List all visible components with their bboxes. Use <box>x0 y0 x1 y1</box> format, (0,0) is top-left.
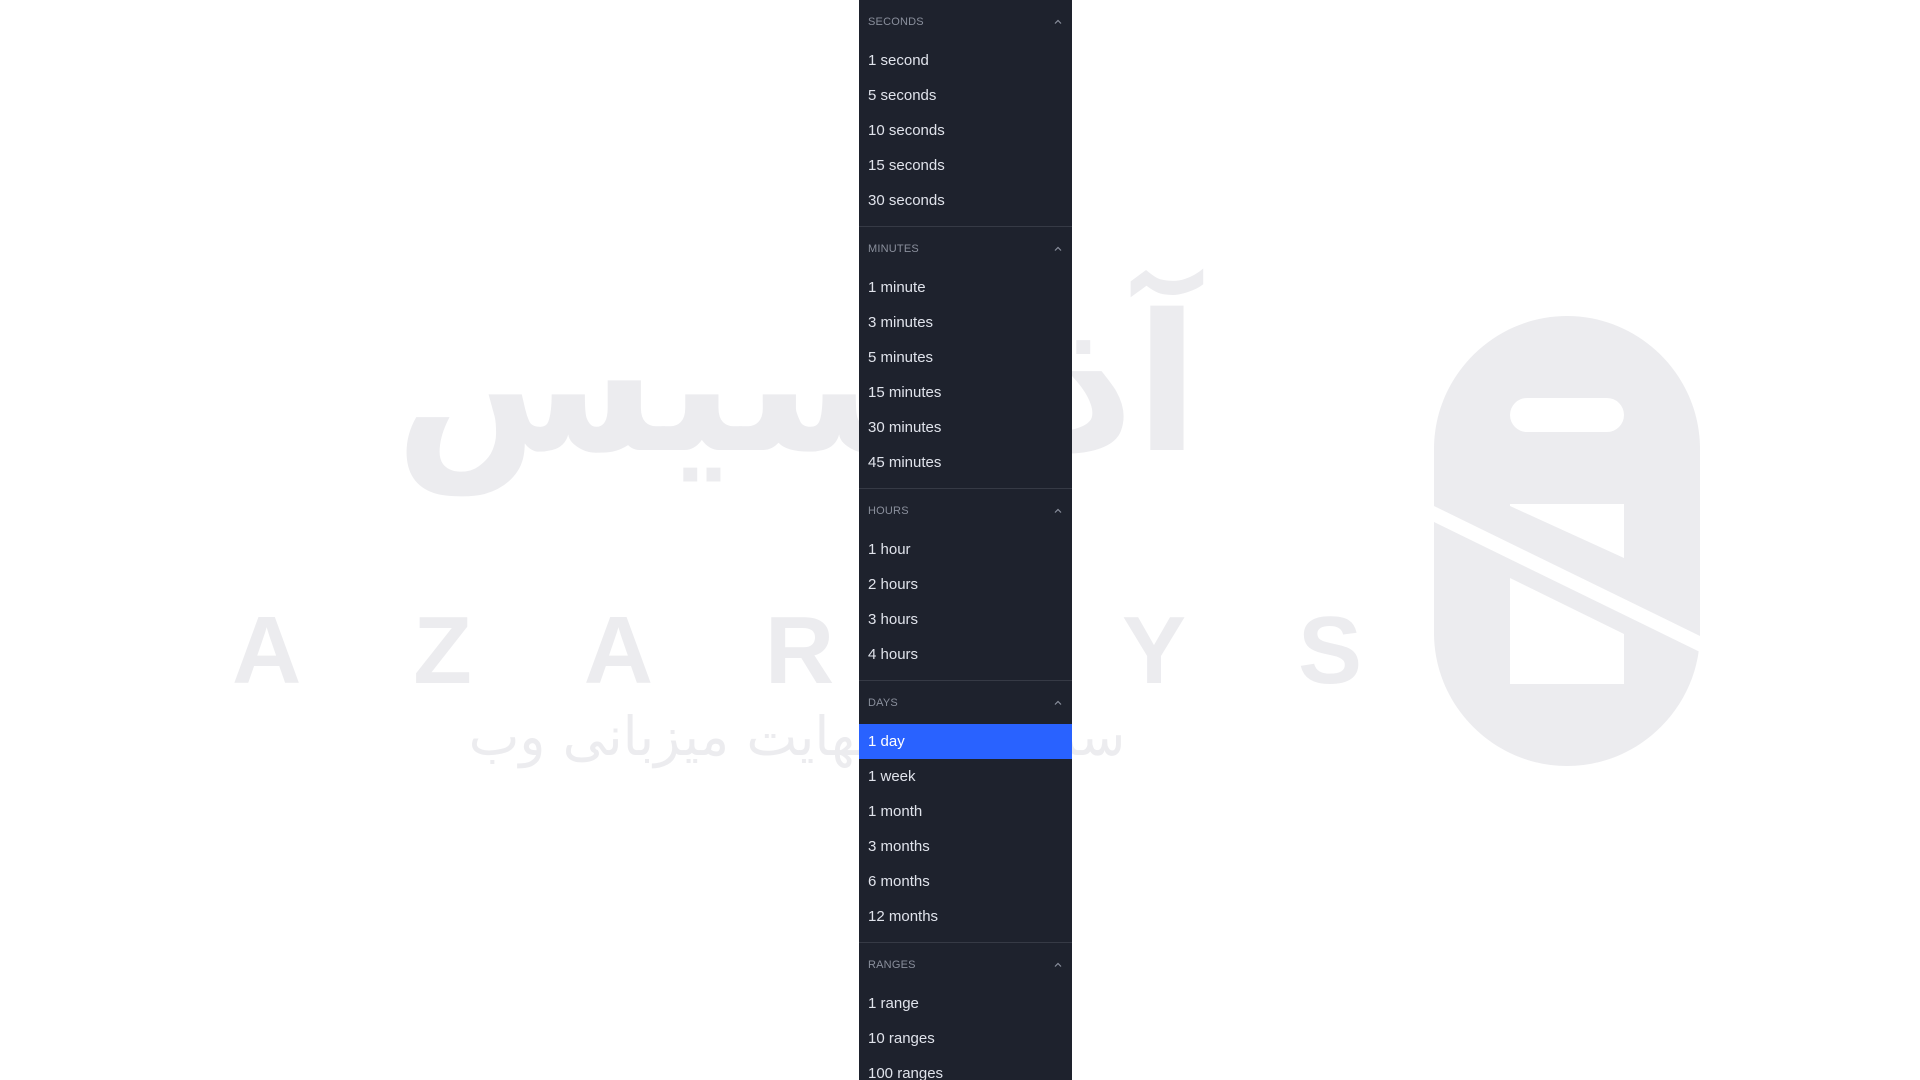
menu-item[interactable]: 15 seconds <box>859 148 1072 183</box>
section-header-ranges[interactable]: RANGES <box>859 943 1072 986</box>
screen: آذرسیس A Z A R S Y S سرعت بی نهایت میزبا… <box>0 0 1920 1080</box>
menu-section-minutes: MINUTES 1 minute 3 minutes 5 minutes 15 minu… <box>859 227 1072 489</box>
menu-item-label: 5 seconds <box>868 87 937 104</box>
menu-item[interactable]: 5 seconds <box>859 78 1072 113</box>
section-title: MINUTES <box>868 242 919 255</box>
menu-item[interactable]: 30 seconds <box>859 183 1072 218</box>
watermark-emblem-icon <box>1434 316 1700 766</box>
menu-item[interactable]: 1 hour <box>859 532 1072 567</box>
menu-item-label: 1 minute <box>868 279 926 296</box>
menu-section-hours: HOURS 1 hour 2 hours 3 hours 4 hours <box>859 489 1072 681</box>
menu-item-label: 1 month <box>868 803 923 820</box>
menu-item[interactable]: 1 day <box>859 724 1072 759</box>
menu-item-label: 5 minutes <box>868 349 934 366</box>
menu-item[interactable]: 4 hours <box>859 637 1072 672</box>
menu-item[interactable]: 15 minutes <box>859 375 1072 410</box>
chevron-up-icon[interactable] <box>1053 244 1063 254</box>
menu-item-label: 3 hours <box>868 611 919 628</box>
interval-dropdown-menu: SECONDS 1 second 5 seconds 10 seconds 15 sec… <box>859 0 1072 1080</box>
menu-item[interactable]: 10 ranges <box>859 1021 1072 1056</box>
watermark-letter: R <box>764 597 835 704</box>
menu-item[interactable]: 3 minutes <box>859 305 1072 340</box>
menu-item-label: 45 minutes <box>868 454 942 471</box>
chevron-up-icon[interactable] <box>1053 960 1063 970</box>
menu-item-label: 2 hours <box>868 576 919 593</box>
menu-item[interactable]: 12 months <box>859 899 1072 934</box>
menu-item[interactable]: 2 hours <box>859 567 1072 602</box>
chevron-up-icon[interactable] <box>1053 698 1063 708</box>
menu-item-label: 15 minutes <box>868 384 942 401</box>
menu-item[interactable]: 1 minute <box>859 270 1072 305</box>
menu-item-label: 100 ranges <box>868 1065 944 1080</box>
menu-item-label: 4 hours <box>868 646 919 663</box>
section-header-hours[interactable]: HOURS <box>859 489 1072 532</box>
menu-item-label: 1 second <box>868 52 929 69</box>
section-header-minutes[interactable]: MINUTES <box>859 227 1072 270</box>
watermark-brand-letters: A Z A R S Y S <box>232 596 1362 706</box>
menu-item-label: 6 months <box>868 873 930 890</box>
menu-item[interactable]: 5 minutes <box>859 340 1072 375</box>
menu-section-ranges: RANGES1 range10 ranges100 ranges1000 ran… <box>859 943 1072 1080</box>
watermark-letter: A <box>232 597 302 704</box>
chevron-up-icon[interactable] <box>1053 17 1063 27</box>
menu-item-label: 30 minutes <box>868 419 942 436</box>
section-title: SECONDS <box>868 15 924 28</box>
menu-item-label: 10 ranges <box>868 1030 935 1047</box>
menu-item[interactable]: 1 second <box>859 43 1072 78</box>
menu-item[interactable]: 6 months <box>859 864 1072 899</box>
menu-item-label: 1 week <box>868 768 916 785</box>
menu-item-label: 1 day <box>868 733 905 750</box>
watermark-logo-text: آذرسیس <box>394 274 1200 495</box>
menu-item-label: 30 seconds <box>868 192 945 209</box>
menu-item[interactable]: 10 seconds <box>859 113 1072 148</box>
watermark-tagline: سرعت بی نهایت میزبانی وب <box>468 705 1126 768</box>
menu-item[interactable]: 45 minutes <box>859 445 1072 480</box>
menu-item-label: 3 minutes <box>868 314 934 331</box>
section-header-seconds[interactable]: SECONDS <box>859 0 1072 43</box>
menu-item[interactable]: 1 month <box>859 794 1072 829</box>
watermark-letter: A <box>583 597 654 704</box>
section-title: DAYS <box>868 696 898 709</box>
menu-section-seconds: SECONDS 1 second 5 seconds 10 seconds 15 sec… <box>859 0 1072 227</box>
menu-item[interactable]: 1 range <box>859 986 1072 1021</box>
menu-item[interactable]: 3 hours <box>859 602 1072 637</box>
menu-item[interactable]: 30 minutes <box>859 410 1072 445</box>
menu-section-days: DAYS 1 day 1 week 1 month 3 months 6 months 12… <box>859 681 1072 943</box>
section-title: RANGES <box>868 958 916 971</box>
menu-item[interactable]: 3 months <box>859 829 1072 864</box>
menu-item-label: 15 seconds <box>868 157 945 174</box>
menu-item-label: 1 hour <box>868 541 911 558</box>
menu-item-label: 12 months <box>868 908 939 925</box>
section-title: HOURS <box>868 504 909 517</box>
menu-item-label: 3 months <box>868 838 930 855</box>
watermark-letter: Y <box>1122 597 1187 704</box>
menu-item-label: 1 range <box>868 995 919 1012</box>
chevron-up-icon[interactable] <box>1053 506 1063 516</box>
watermark-letter: S <box>1297 597 1362 704</box>
menu-item[interactable]: 1 week <box>859 759 1072 794</box>
menu-item-label: 10 seconds <box>868 122 945 139</box>
menu-item[interactable]: 100 ranges <box>859 1056 1072 1080</box>
section-header-days[interactable]: DAYS <box>859 681 1072 724</box>
watermark-letter: Z <box>413 597 472 704</box>
